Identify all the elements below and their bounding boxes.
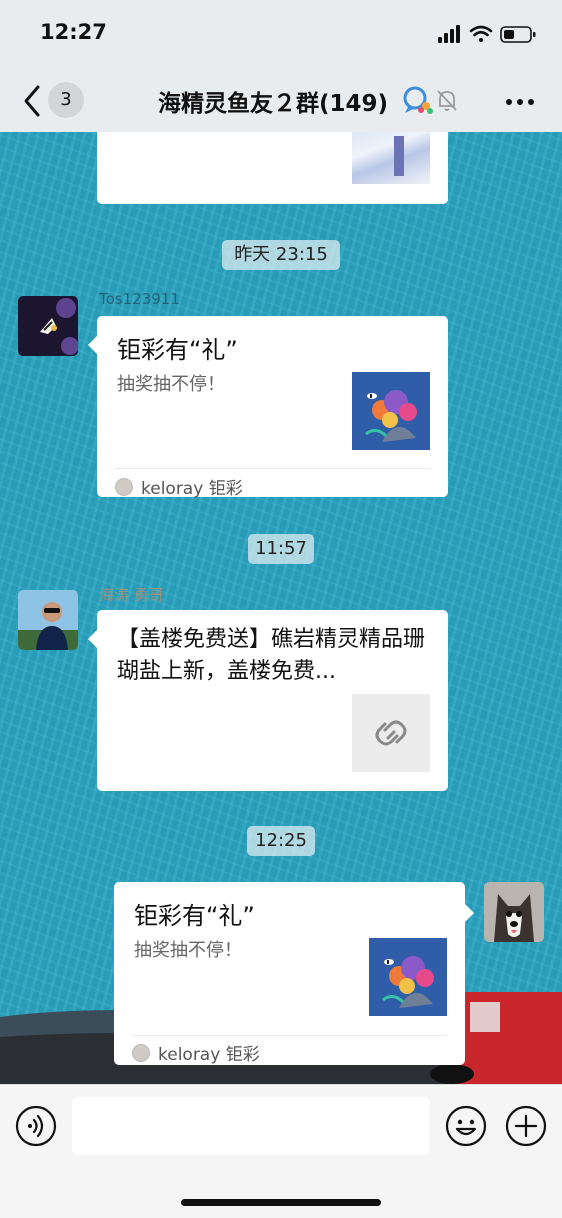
card-title: 钜彩有“礼”: [117, 336, 238, 364]
unread-count-badge: 3: [48, 82, 84, 118]
timestamp: 11:57: [248, 534, 314, 564]
wifi-icon: [469, 25, 493, 42]
more-dots-icon[interactable]: [505, 98, 535, 106]
chat-message-list[interactable]: 昨天 23:15 Tos123911 钜彩有“礼” 抽奖抽不停！ keloray…: [0, 132, 562, 1084]
bubble-tail: [88, 630, 97, 648]
avatar-self[interactable]: [484, 882, 544, 942]
chat-header: 3 海精灵鱼友２群(149): [0, 70, 562, 132]
link-thumbnail: [352, 694, 430, 772]
signal-icon: [438, 25, 460, 43]
card-subtitle: 抽奖抽不停！: [117, 374, 225, 395]
group-title: 海精灵鱼友２群(149): [158, 91, 389, 117]
card-divider: [115, 468, 430, 469]
app-logo-icon: [132, 1043, 150, 1062]
mini-program-card[interactable]: 钜彩有“礼” 抽奖抽不停！ keloray 钜彩: [97, 316, 448, 499]
input-bar: [0, 1084, 562, 1218]
card-source: keloray 钜彩: [132, 1040, 260, 1065]
card-title: 钜彩有“礼”: [134, 902, 255, 930]
link-card-text: 【盖楼免费送】礁岩精灵精品珊瑚盐上新，盖楼免费...: [117, 627, 426, 684]
battery-icon: [500, 26, 536, 43]
chevron-left-icon: [24, 85, 40, 117]
bubble-tail: [465, 904, 474, 922]
card-subtitle: 抽奖抽不停！: [134, 940, 242, 961]
card-source-label: keloray 钜彩: [141, 479, 243, 499]
title-status-icons: [403, 86, 457, 114]
status-bar: 12:27: [0, 0, 562, 70]
emoji-icon[interactable]: [445, 1105, 487, 1147]
message-input[interactable]: [72, 1097, 430, 1155]
back-button[interactable]: 3: [20, 82, 86, 120]
avatar[interactable]: [18, 590, 78, 650]
group-chat-icon: [403, 86, 433, 114]
home-indicator: [181, 1199, 381, 1206]
status-time: 12:27: [40, 20, 107, 44]
app-logo-icon: [115, 477, 133, 496]
sender-name: 海涛 勇哥: [99, 586, 164, 604]
card-source-label: keloray 钜彩: [158, 1045, 260, 1065]
partial-card-thumbnail: [352, 132, 430, 184]
status-icons: [438, 25, 536, 43]
timestamp: 12:25: [247, 826, 315, 856]
coral-thumbnail: [352, 372, 430, 450]
voice-icon[interactable]: [15, 1105, 57, 1147]
timestamp: 昨天 23:15: [222, 240, 340, 270]
link-icon: [375, 720, 407, 746]
partial-card[interactable]: [97, 132, 448, 204]
sender-name: Tos123911: [99, 290, 180, 308]
coral-thumbnail: [369, 938, 447, 1016]
card-source: keloray 钜彩: [115, 474, 243, 499]
bell-muted-icon: [437, 90, 457, 111]
avatar[interactable]: [18, 296, 78, 356]
link-card[interactable]: 【盖楼免费送】礁岩精灵精品珊瑚盐上新，盖楼免费...: [97, 610, 448, 791]
mini-program-card[interactable]: 钜彩有“礼” 抽奖抽不停！ keloray 钜彩: [114, 882, 465, 1065]
plus-circle-icon[interactable]: [505, 1105, 547, 1147]
card-divider: [132, 1035, 447, 1036]
bubble-tail: [88, 336, 97, 354]
